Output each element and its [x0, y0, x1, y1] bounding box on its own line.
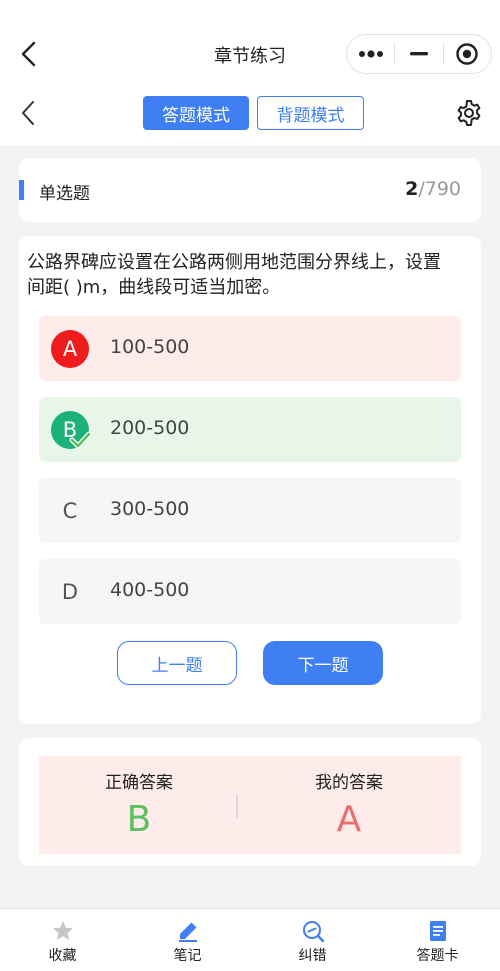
option-d[interactable]: D 400-500: [39, 559, 461, 624]
search-correction-icon: [302, 921, 324, 943]
more-button[interactable]: [347, 35, 394, 73]
accent-bar: [19, 180, 24, 200]
back-chevron-icon[interactable]: [18, 98, 38, 128]
question-card: 公路界碑应设置在公路两侧用地范围分界线上，设置间距( )m，曲线段可适当加密。 …: [19, 236, 481, 724]
tab-answer-sheet[interactable]: 答题卡: [375, 909, 500, 971]
top-nav-bar: 章节练习: [0, 0, 500, 83]
tab-notes[interactable]: 笔记: [125, 909, 250, 971]
target-close-icon: [456, 43, 479, 65]
question-counter: 2/790: [405, 178, 461, 200]
option-c[interactable]: C 300-500: [39, 478, 461, 543]
option-b[interactable]: B 200-500: [39, 397, 461, 462]
bottom-tab-bar: 收藏 笔记 纠错 答题卡: [0, 908, 500, 971]
tab-label: 收藏: [48, 948, 77, 964]
mini-program-capsule: [346, 34, 492, 74]
correct-answer-section: 正确答案 B: [39, 768, 239, 840]
more-dots-icon: [358, 50, 383, 58]
question-type-label: 单选题: [39, 184, 90, 204]
option-letter: C: [62, 499, 78, 523]
star-icon: [52, 921, 73, 940]
tab-favorite[interactable]: 收藏: [0, 909, 125, 971]
check-icon: [69, 431, 91, 449]
tab-correction[interactable]: 纠错: [250, 909, 375, 971]
my-answer-label: 我的答案: [315, 773, 383, 793]
my-answer-section: 我的答案 A: [249, 768, 449, 840]
option-text: 200-500: [110, 417, 190, 439]
answer-divider: [236, 794, 238, 818]
recite-mode-button[interactable]: 背题模式: [257, 96, 364, 130]
option-text: 100-500: [110, 336, 190, 358]
option-text: 300-500: [110, 498, 190, 520]
total-count: /790: [418, 178, 461, 200]
tab-label: 纠错: [298, 948, 327, 964]
option-letter: A: [51, 330, 89, 368]
prev-question-button[interactable]: 上一题: [117, 641, 237, 685]
option-a[interactable]: A 100-500: [39, 316, 461, 381]
option-text: 400-500: [110, 579, 190, 601]
tab-label: 答题卡: [416, 948, 459, 964]
current-index: 2: [405, 178, 419, 200]
correct-answer-label: 正确答案: [105, 773, 173, 793]
tab-label: 笔记: [173, 948, 202, 964]
question-type-card: 单选题 2/790: [19, 158, 481, 222]
settings-gear-icon[interactable]: [454, 98, 484, 128]
option-letter: D: [61, 580, 79, 604]
answer-mode-button[interactable]: 答题模式: [143, 96, 249, 130]
close-program-button[interactable]: [444, 35, 491, 73]
my-answer-value: A: [336, 799, 362, 840]
correct-answer-value: B: [126, 799, 152, 840]
pen-icon: [178, 922, 197, 942]
mode-bar: 答题模式 背题模式: [0, 82, 500, 146]
next-question-button[interactable]: 下一题: [263, 641, 383, 685]
minus-icon: [409, 52, 428, 56]
minimize-button[interactable]: [395, 35, 442, 73]
answer-box: 正确答案 B 我的答案 A: [39, 756, 461, 854]
answer-sheet-icon: [429, 921, 446, 941]
question-text: 公路界碑应设置在公路两侧用地范围分界线上，设置间距( )m，曲线段可适当加密。: [27, 252, 441, 298]
answer-card: 正确答案 B 我的答案 A: [19, 738, 481, 866]
